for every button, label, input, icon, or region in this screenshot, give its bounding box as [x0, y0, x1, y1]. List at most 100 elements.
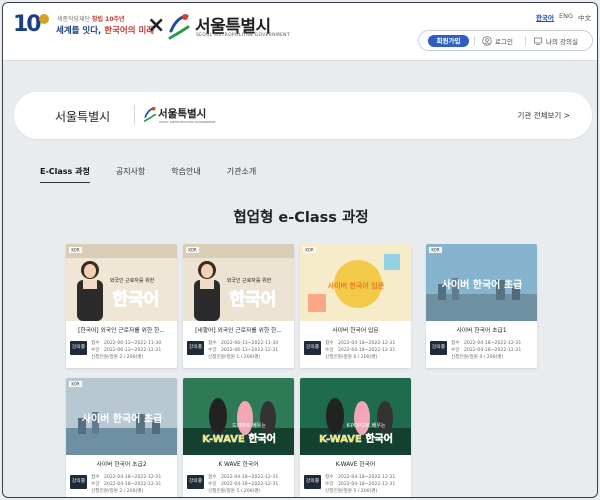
course-card[interactable]: K-POP으로 배우는 K-WAVE 한국어 K-WAVE 한국어 강의중 접수… — [300, 378, 411, 497]
status-badge: 강의중 — [70, 341, 87, 355]
section-tabs: E-Class 과정 공지사항 학습안내 기관소개 — [40, 166, 282, 183]
my-lecture-label: 나의 강의실 — [546, 38, 578, 46]
course-thumbnail[interactable]: KOR 외국인 근로자를 위한 한국어 — [66, 244, 177, 321]
anniversary-number: 10 — [13, 12, 42, 37]
login-link[interactable]: 로그인 — [482, 34, 513, 48]
learn-period: 수강 2022-04-18~2022-12-31 — [91, 482, 162, 487]
status-badge: 강의중 — [187, 475, 204, 489]
login-label: 로그인 — [495, 38, 513, 46]
course-card[interactable]: KOR 사이버 한국어 초급 사이버 한국어 초급1 강의중 접수 2022-04… — [426, 244, 537, 368]
site-header: 10 세종학당재단 창립 10주년 세계를 잇다, 한국어의 미래 × 서울특별… — [3, 3, 597, 61]
course-thumb-subtitle: 외국인 근로자를 위한 — [110, 277, 155, 284]
divider — [525, 36, 526, 46]
course-thumb-title: K-WAVE 한국어 — [202, 432, 276, 445]
course-thumbnail[interactable]: K-POP으로 배우는 K-WAVE 한국어 — [300, 378, 411, 455]
partner-subtitle: SEOUL METROPOLITAN GOVERNMENT — [196, 33, 290, 38]
course-thumbnail[interactable]: KOR 사이버 한국어 초급 — [66, 378, 177, 455]
slogan-caption: 세종학당재단 창립 10주년 — [57, 16, 125, 23]
tab-eclass[interactable]: E-Class 과정 — [40, 166, 90, 183]
course-title[interactable]: 사이버 한국어 초급2 — [69, 459, 174, 468]
course-thumb-title: 한국어 — [230, 290, 277, 310]
course-title[interactable]: K WAVE 한국어 — [186, 459, 291, 468]
enrollment-count: 신청인원/정원 4 / 200(명) — [451, 355, 504, 360]
institution-logo-name: 서울특별시 — [158, 108, 207, 120]
tab-notice[interactable]: 공지사항 — [116, 166, 145, 183]
institution-banner: 서울특별시 서울특별시 SEOUL METROPOLITAN GOVERNMEN… — [14, 92, 592, 139]
my-lecture-link[interactable]: 나의 강의실 — [533, 34, 578, 48]
institution-logo-subtitle: SEOUL METROPOLITAN GOVERNMENT — [159, 120, 216, 124]
course-thumbnail[interactable]: 드라마로 배우는 K-WAVE 한국어 — [183, 378, 294, 455]
course-thumbnail[interactable]: KOR 외국인 근로자를 위한 한국어 — [183, 244, 294, 321]
lang-korean[interactable]: 한국어 — [536, 12, 554, 22]
course-tag: KOR — [71, 248, 80, 253]
lang-english[interactable]: ENG — [559, 12, 573, 22]
anniversary-logo[interactable]: 10 — [13, 12, 49, 38]
apply-period: 접수 2022-04-18~2022-12-31 — [91, 475, 162, 480]
course-card[interactable]: KOR 사이버 한국어 초급 사이버 한국어 초급2 강의중 접수 2022-04… — [66, 378, 177, 497]
learn-period: 수강 2022-04-18~2022-12-31 — [325, 348, 396, 353]
browser-frame: 10 세종학당재단 창립 10주년 세계를 잇다, 한국어의 미래 × 서울특별… — [2, 2, 598, 498]
seoul-logo-icon — [168, 14, 190, 40]
page-title: 협업형 e-Class 과정 — [233, 210, 369, 226]
course-thumb-subtitle: 외국인 근로자를 위한 — [227, 277, 272, 284]
course-thumb-title: 사이버 한국어 초급 — [442, 278, 523, 291]
course-card[interactable]: KOR 사이버 한국어 입문 사이버 한국어 입문 강의중 접수 2022-04-… — [300, 244, 411, 368]
status-badge: 강의중 — [304, 341, 321, 355]
course-title[interactable]: 사이버 한국어 입문 — [303, 325, 408, 334]
enrollment-count: 신청인원/정원 5 / 200(명) — [208, 489, 261, 494]
apply-period: 접수 2022-04-18~2022-12-31 — [325, 341, 396, 346]
learn-period: 수강 2022-04-18~2022-12-31 — [325, 482, 396, 487]
view-all-institutions-link[interactable]: 기관 전체보기 > — [518, 110, 570, 121]
course-thumbnail[interactable]: KOR 사이버 한국어 입문 — [300, 244, 411, 321]
apply-period: 접수 2022-04-18~2022-12-31 — [208, 475, 279, 480]
course-tag: KOR — [71, 382, 80, 387]
enrollment-count: 신청인원/정원 2 / 200(명) — [91, 489, 144, 494]
course-title[interactable]: 사이버 한국어 초급1 — [429, 325, 534, 334]
course-thumb-subtitle: K-POP으로 배우는 — [346, 422, 386, 429]
divider — [134, 105, 135, 125]
language-switcher: 한국어 ENG 中文 — [536, 12, 591, 22]
status-badge: 강의중 — [70, 475, 87, 489]
course-title[interactable]: K-WAVE 한국어 — [303, 459, 408, 468]
enrollment-count: 신청인원/정원 6 / 200(명) — [325, 355, 378, 360]
course-tag: KOR — [431, 248, 440, 253]
anniversary-dot-icon — [39, 14, 49, 24]
enrollment-count: 신청인원/정원 1 / 200(명) — [208, 355, 261, 360]
user-icon — [482, 36, 492, 46]
enrollment-count: 신청인원/정원 2 / 200(명) — [91, 355, 144, 360]
collaboration-cross: × — [147, 13, 166, 38]
apply-period: 접수 2022-04-18~2022-12-31 — [325, 475, 396, 480]
course-thumb-subtitle: 드라마로 배우는 — [232, 422, 266, 429]
apply-period: 접수 2022-06-13~2022-11-30 — [91, 341, 162, 346]
course-card[interactable]: KOR 외국인 근로자를 위한 한국어 [네팔어] 외국인 근로자를 위한 한.… — [183, 244, 294, 368]
tab-about[interactable]: 기관소개 — [227, 166, 256, 183]
course-card[interactable]: KOR 외국인 근로자를 위한 한국어 [한국어] 외국인 근로자를 위한 한.… — [66, 244, 177, 368]
tab-guide[interactable]: 학습안내 — [171, 166, 200, 183]
course-tag: KOR — [305, 248, 314, 253]
classroom-icon — [534, 37, 542, 45]
course-card[interactable]: 드라마로 배우는 K-WAVE 한국어 K WAVE 한국어 강의중 접수 202… — [183, 378, 294, 497]
learn-period: 수강 2022-06-13~2022-12-31 — [91, 348, 162, 353]
status-badge: 강의중 — [304, 475, 321, 489]
course-thumbnail[interactable]: KOR 사이버 한국어 초급 — [426, 244, 537, 321]
learn-period: 수강 2022-04-18~2022-12-31 — [208, 482, 279, 487]
course-tag: KOR — [188, 248, 197, 253]
join-button[interactable]: 회원가입 — [428, 35, 469, 47]
course-title[interactable]: [네팔어] 외국인 근로자를 위한 한... — [186, 325, 291, 334]
status-badge: 강의중 — [187, 341, 204, 355]
lang-chinese[interactable]: 中文 — [578, 12, 591, 22]
course-thumb-title: 사이버 한국어 입문 — [328, 281, 385, 290]
learn-period: 수강 2022-04-18~2022-12-31 — [451, 348, 522, 353]
member-menu: 회원가입 로그인 나의 강의실 — [418, 30, 593, 51]
learn-period: 수강 2022-06-13~2022-12-31 — [208, 348, 279, 353]
course-title[interactable]: [한국어] 외국인 근로자를 위한 한... — [69, 325, 174, 334]
slogan-title: 세계를 잇다, 한국어의 미래 — [56, 26, 155, 36]
apply-period: 접수 2022-04-18~2022-12-31 — [451, 341, 522, 346]
seoul-logo-icon — [143, 107, 157, 122]
status-badge: 강의중 — [430, 341, 447, 355]
divider — [474, 36, 475, 46]
enrollment-count: 신청인원/정원 5 / 200(명) — [325, 489, 378, 494]
course-thumb-title: 사이버 한국어 초급 — [82, 412, 163, 425]
course-thumb-title: K-WAVE 한국어 — [319, 432, 393, 445]
apply-period: 접수 2022-06-13~2022-11-30 — [208, 341, 279, 346]
